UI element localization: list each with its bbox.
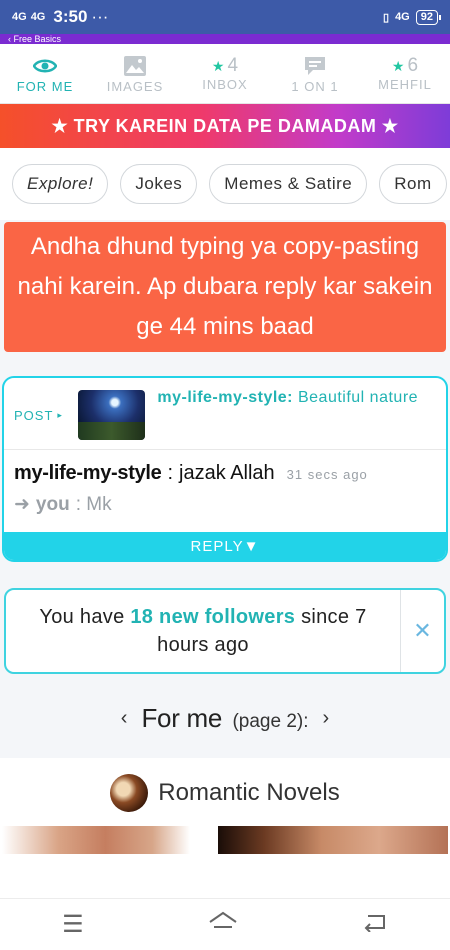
- post-title[interactable]: my-life-my-style: Beautiful nature: [157, 386, 436, 410]
- post-body: my-life-my-style : jazak Allah 31 secs a…: [4, 450, 446, 516]
- post-notification-card: POST ▸ my-life-my-style: Beautiful natur…: [2, 376, 448, 562]
- pagination: ‹ For me (page 2): ›: [0, 694, 450, 742]
- tab-for-me-label: FOR ME: [16, 79, 74, 94]
- network-indicator-3: 4G: [395, 11, 410, 23]
- eye-icon: [33, 53, 57, 79]
- home-icon[interactable]: [208, 910, 238, 939]
- free-basics-strip[interactable]: ‹ Free Basics: [0, 34, 450, 44]
- topic-chips: Explore! Jokes Memes & Satire Rom: [0, 148, 450, 220]
- topic-images: [0, 826, 450, 854]
- tab-inbox[interactable]: ★ 4 INBOX: [180, 44, 270, 103]
- status-bar: 4G 4G 3:50 ··· ▯ 4G 92: [0, 0, 450, 34]
- network-indicator-1: 4G: [12, 10, 27, 23]
- tab-images-label: IMAGES: [106, 79, 164, 94]
- tab-images[interactable]: IMAGES: [90, 44, 180, 103]
- pager-title: For me: [141, 702, 223, 733]
- post-tag: POST ▸: [14, 408, 78, 423]
- triangle-right-icon: ▸: [57, 410, 63, 420]
- free-basics-label: ‹ Free Basics: [8, 34, 62, 44]
- followers-text: You have 18 new followers since 7 hours …: [6, 603, 400, 659]
- rate-limit-warning: Andha dhund typing ya copy-pasting nahi …: [4, 222, 446, 352]
- your-reply-line: ➜ you : Mk: [14, 493, 436, 516]
- tab-one-on-one-label: 1 ON 1: [291, 79, 339, 94]
- tab-one-on-one[interactable]: 1 ON 1: [270, 44, 360, 103]
- reply-text: jazak Allah: [179, 462, 275, 484]
- post-header[interactable]: POST ▸ my-life-my-style: Beautiful natur…: [4, 378, 446, 450]
- chevron-right-icon[interactable]: ›: [323, 707, 330, 730]
- reply-button[interactable]: REPLY▼: [4, 532, 446, 560]
- tab-mehfil[interactable]: ★ 6 MEHFIL: [360, 44, 450, 103]
- back-icon[interactable]: [362, 911, 388, 939]
- promo-banner[interactable]: ★ TRY KAREIN DATA PE DAMADAM ★: [0, 104, 450, 148]
- post-thumbnail[interactable]: [77, 390, 146, 440]
- reply-username[interactable]: my-life-my-style: [14, 462, 162, 485]
- topic-image-right[interactable]: [218, 826, 448, 854]
- clock: 3:50: [53, 7, 88, 26]
- topic-header[interactable]: Romantic Novels: [0, 758, 450, 828]
- star-icon: ★: [391, 57, 405, 74]
- close-icon[interactable]: ✕: [400, 590, 444, 672]
- post-tag-label: POST: [14, 408, 54, 423]
- battery-icon: 92: [415, 9, 442, 25]
- reply-line: my-life-my-style : jazak Allah 31 secs a…: [14, 462, 436, 485]
- post-author: my-life-my-style:: [157, 389, 294, 406]
- chip-explore[interactable]: Explore!: [12, 164, 109, 204]
- chevron-left-icon[interactable]: ‹: [121, 707, 128, 730]
- you-label: you: [35, 493, 70, 515]
- star-icon: ★: [211, 57, 225, 74]
- topic-title: Romantic Novels: [158, 779, 340, 806]
- mehfil-count: 6: [407, 55, 419, 76]
- tab-inbox-label: INBOX: [202, 77, 248, 92]
- promo-text: ★ TRY KAREIN DATA PE DAMADAM ★: [51, 115, 399, 136]
- reply-separator: :: [167, 462, 174, 484]
- chip-jokes[interactable]: Jokes: [120, 164, 198, 204]
- pager-page: (page 2):: [232, 710, 309, 732]
- followers-count-link[interactable]: 18 new followers: [130, 606, 295, 628]
- warning-text: Andha dhund typing ya copy-pasting nahi …: [17, 233, 433, 340]
- chip-romance[interactable]: Rom: [379, 164, 447, 204]
- tab-for-me[interactable]: FOR ME: [0, 44, 90, 103]
- tab-mehfil-label: MEHFIL: [378, 77, 432, 92]
- chat-icon: [303, 53, 327, 79]
- network-indicator-2: 4G: [30, 10, 46, 23]
- followers-prefix: You have: [39, 606, 125, 628]
- your-reply-text: : Mk: [75, 493, 112, 515]
- menu-icon[interactable]: ☰: [62, 910, 84, 939]
- topic-avatar: [110, 774, 149, 812]
- image-icon: [123, 53, 147, 79]
- tab-bar: FOR ME IMAGES ★ 4 INBOX 1 ON 1 ★ 6 MEHFI…: [0, 44, 450, 104]
- followers-notice: You have 18 new followers since 7 hours …: [4, 588, 446, 674]
- content-spacer: [0, 854, 450, 898]
- reply-timestamp: 31 secs ago: [286, 467, 368, 482]
- post-title-text: Beautiful nature: [297, 389, 419, 406]
- topic-image-left[interactable]: [2, 826, 190, 854]
- arrow-right-icon: ➜: [14, 494, 30, 515]
- more-indicator: ···: [91, 7, 109, 26]
- chip-memes-satire[interactable]: Memes & Satire: [209, 164, 368, 204]
- vibrate-icon: ▯: [383, 11, 390, 24]
- inbox-count: 4: [227, 55, 239, 76]
- system-nav-bar: ☰: [0, 898, 450, 950]
- pager-label: For me (page 2):: [141, 703, 308, 734]
